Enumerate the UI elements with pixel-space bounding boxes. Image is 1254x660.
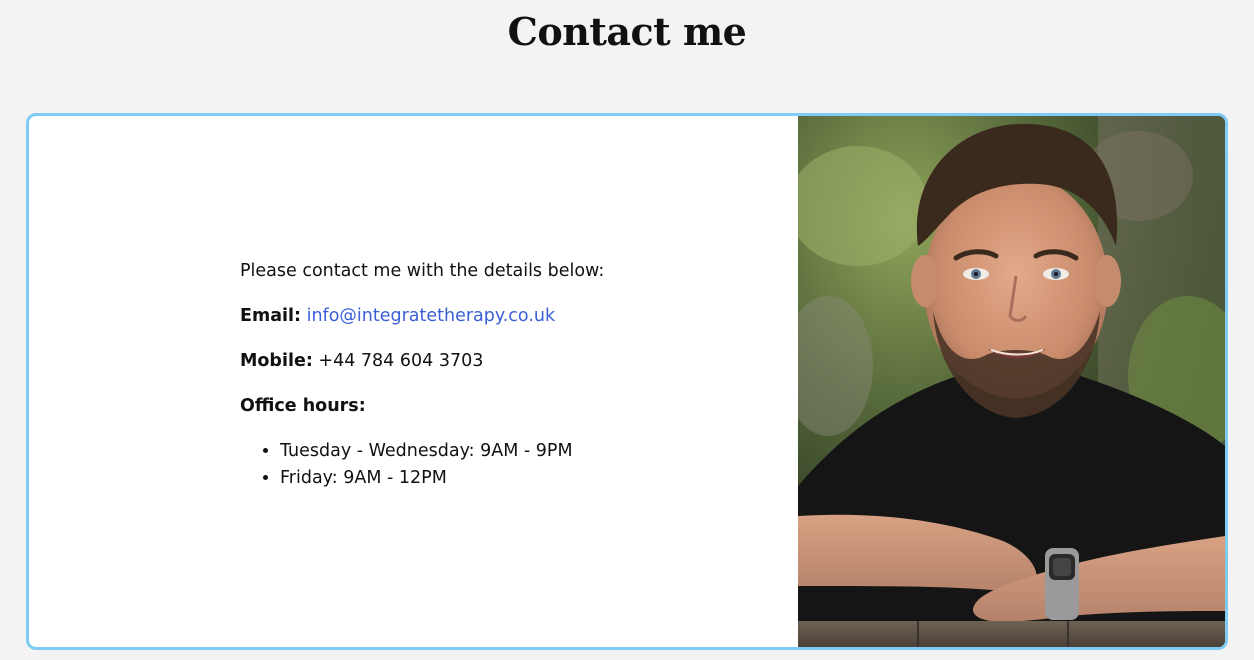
- office-hours-item: Friday: 9AM - 12PM: [280, 465, 760, 492]
- mobile-label: Mobile:: [240, 351, 313, 371]
- page-title: Contact me: [507, 9, 747, 54]
- email-label: Email:: [240, 306, 301, 326]
- contact-card: Please contact me with the details below…: [26, 113, 1228, 650]
- portrait-photo: [798, 116, 1225, 647]
- office-hours-list: Tuesday - Wednesday: 9AM - 9PM Friday: 9…: [240, 438, 760, 492]
- email-link[interactable]: info@integratetherapy.co.uk: [307, 306, 556, 326]
- contact-details: Please contact me with the details below…: [240, 258, 760, 492]
- contact-intro: Please contact me with the details below…: [240, 261, 605, 281]
- office-hours-label: Office hours:: [240, 396, 366, 416]
- email-line: Email: info@integratetherapy.co.uk: [240, 303, 760, 329]
- office-hours-heading: Office hours:: [240, 393, 760, 419]
- mobile-value: +44 784 604 3703: [318, 351, 484, 371]
- mobile-line: Mobile: +44 784 604 3703: [240, 348, 760, 374]
- office-hours-item: Tuesday - Wednesday: 9AM - 9PM: [280, 438, 760, 465]
